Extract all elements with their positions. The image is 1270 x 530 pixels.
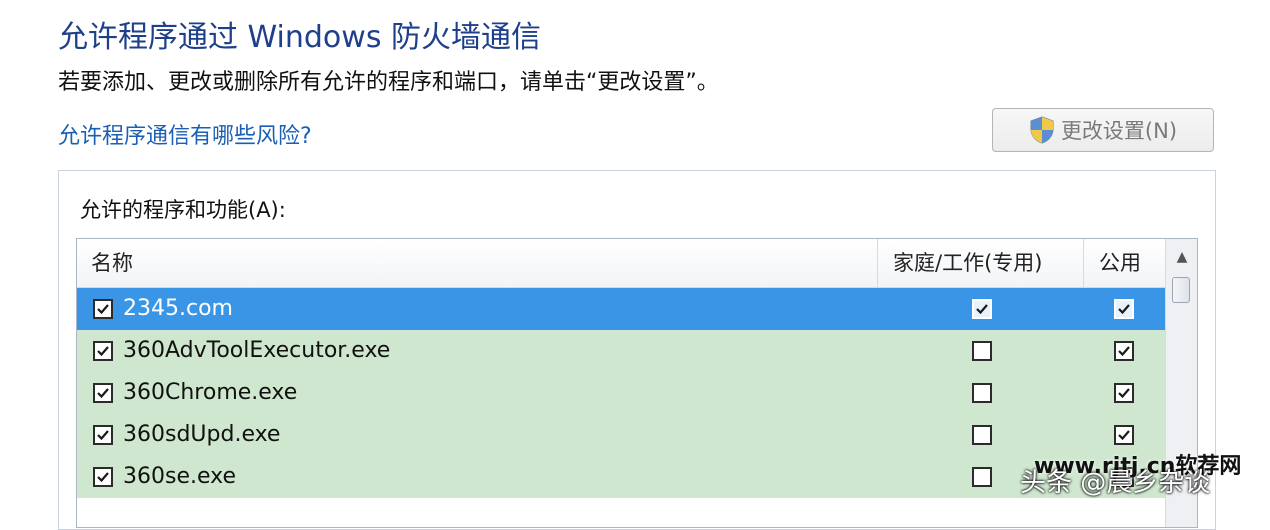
check-icon bbox=[1118, 346, 1130, 357]
column-header-public[interactable]: 公用 bbox=[1099, 239, 1141, 287]
program-name: 360Chrome.exe bbox=[123, 380, 298, 405]
home-work-checkbox[interactable] bbox=[972, 341, 992, 361]
program-name: 360AdvToolExecutor.exe bbox=[123, 338, 391, 363]
check-icon bbox=[976, 304, 988, 315]
change-settings-label: 更改设置(N) bbox=[1060, 119, 1178, 143]
public-checkbox[interactable] bbox=[1114, 425, 1134, 445]
program-enabled-checkbox[interactable] bbox=[93, 425, 113, 445]
public-checkbox[interactable] bbox=[1114, 383, 1134, 403]
shield-icon bbox=[1029, 116, 1055, 144]
column-divider[interactable] bbox=[1083, 239, 1084, 287]
list-header: 名称 家庭/工作(专用) 公用 bbox=[77, 239, 1165, 288]
check-icon bbox=[97, 430, 109, 441]
program-name: 2345.com bbox=[123, 296, 233, 321]
program-enabled-checkbox[interactable] bbox=[93, 383, 113, 403]
check-icon bbox=[1118, 388, 1130, 399]
check-icon bbox=[1118, 304, 1130, 315]
check-icon bbox=[97, 472, 109, 483]
column-header-name[interactable]: 名称 bbox=[91, 239, 133, 287]
watermark-primary: 头条 @晨乡杂谈 bbox=[1020, 468, 1211, 498]
check-icon bbox=[1118, 430, 1130, 441]
change-settings-button[interactable]: 更改设置(N) bbox=[992, 108, 1214, 152]
page-title: 允许程序通过 Windows 防火墙通信 bbox=[58, 20, 541, 55]
public-checkbox[interactable] bbox=[1114, 299, 1134, 319]
home-work-checkbox[interactable] bbox=[972, 425, 992, 445]
page-description: 若要添加、更改或删除所有允许的程序和端口，请单击“更改设置”。 bbox=[58, 70, 719, 95]
table-row[interactable]: 360AdvToolExecutor.exe bbox=[77, 330, 1165, 372]
scroll-thumb[interactable] bbox=[1172, 277, 1190, 303]
programs-group-label: 允许的程序和功能(A): bbox=[80, 198, 286, 222]
check-icon bbox=[97, 388, 109, 399]
program-enabled-checkbox[interactable] bbox=[93, 341, 113, 361]
check-icon bbox=[97, 304, 109, 315]
column-divider[interactable] bbox=[877, 239, 878, 287]
table-row[interactable]: 360se.exe bbox=[77, 456, 1165, 498]
table-row[interactable]: 360Chrome.exe bbox=[77, 372, 1165, 414]
home-work-checkbox[interactable] bbox=[972, 383, 992, 403]
program-rows: 2345.com 360AdvToolExecutor.exe 360Chrome.… bbox=[77, 288, 1165, 498]
program-name: 360sdUpd.exe bbox=[123, 422, 281, 447]
table-row[interactable]: 2345.com bbox=[77, 288, 1165, 330]
home-work-checkbox[interactable] bbox=[972, 467, 992, 487]
risk-info-link[interactable]: 允许程序通信有哪些风险? bbox=[58, 118, 312, 150]
check-icon bbox=[97, 346, 109, 357]
column-header-home-work[interactable]: 家庭/工作(专用) bbox=[893, 239, 1042, 287]
program-name: 360se.exe bbox=[123, 464, 237, 489]
public-checkbox[interactable] bbox=[1114, 341, 1134, 361]
program-enabled-checkbox[interactable] bbox=[93, 299, 113, 319]
program-enabled-checkbox[interactable] bbox=[93, 467, 113, 487]
chevron-up-icon[interactable]: ▲ bbox=[1166, 239, 1197, 275]
home-work-checkbox[interactable] bbox=[972, 299, 992, 319]
table-row[interactable]: 360sdUpd.exe bbox=[77, 414, 1165, 456]
